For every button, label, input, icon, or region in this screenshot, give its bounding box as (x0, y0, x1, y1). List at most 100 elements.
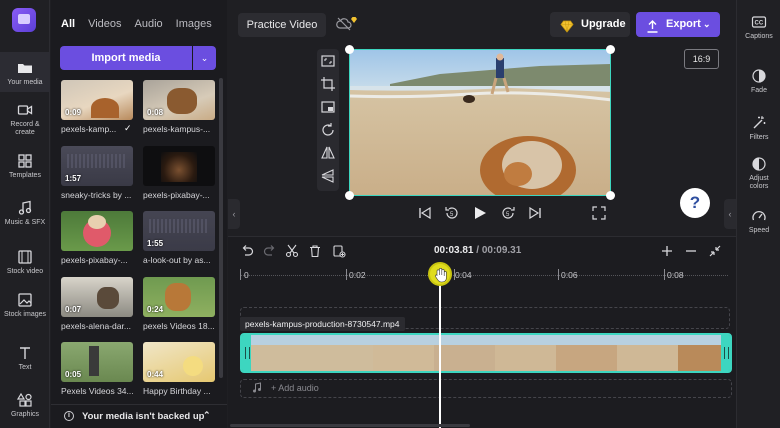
tool-filters[interactable]: Filters (737, 115, 780, 142)
nav-label: Text (18, 364, 32, 371)
media-thumbnail[interactable] (143, 146, 215, 186)
chevron-up-icon[interactable]: ⌃ (203, 410, 211, 421)
nav-stock-video[interactable]: Stock video (0, 249, 50, 279)
tab-audio[interactable]: Audio (135, 18, 163, 32)
nav-graphics[interactable]: Graphics (0, 392, 50, 422)
timecode: 00:03.81 / 00:09.31 (434, 245, 521, 256)
clip-frame (495, 335, 556, 371)
nav-music-sfx[interactable]: Music & SFX (0, 200, 50, 230)
skip-back-icon[interactable] (417, 205, 433, 221)
clip-frame (556, 335, 617, 371)
duplicate-icon[interactable] (332, 244, 346, 258)
fullscreen-icon[interactable] (591, 205, 607, 221)
backup-text: Your media isn't backed up (82, 411, 205, 422)
left-nav: Your media Record & create Templates Mus… (0, 0, 50, 428)
film-icon (17, 249, 33, 265)
skip-forward-icon[interactable] (527, 205, 543, 221)
cc-icon: CC (751, 14, 767, 30)
chevron-down-icon: ⌄ (200, 53, 209, 63)
rotate-icon[interactable] (320, 122, 336, 138)
collapse-right-panel-button[interactable]: ‹ (724, 199, 736, 229)
video-preview[interactable] (349, 49, 611, 196)
tool-captions[interactable]: CC Captions (737, 14, 780, 41)
aspect-ratio-button[interactable]: 16:9 (684, 49, 719, 69)
project-title[interactable]: Practice Video (238, 13, 326, 37)
import-options-button[interactable]: ⌄ (193, 46, 216, 70)
chevron-right-icon: ‹ (728, 209, 732, 219)
tool-label: Adjust colors (749, 175, 769, 190)
fit-icon[interactable] (320, 53, 336, 69)
playhead-handle[interactable] (428, 262, 452, 286)
clip-frame (434, 335, 495, 371)
media-name: sneaky-tricks by ... (61, 190, 132, 200)
nav-your-media[interactable]: Your media (0, 52, 50, 92)
video-clip[interactable] (240, 333, 732, 373)
rewind-5-icon[interactable]: 5 (444, 205, 460, 221)
ruler-label: 0:06 (561, 270, 578, 280)
gem-icon (560, 18, 574, 33)
crop-icon[interactable] (320, 76, 336, 92)
text-icon (17, 345, 33, 361)
zoom-out-icon[interactable] (684, 244, 698, 258)
resize-handle[interactable] (345, 191, 354, 200)
media-duration: 1:55 (147, 239, 164, 248)
media-thumbnail[interactable] (61, 211, 133, 251)
undo-icon[interactable] (240, 244, 254, 258)
resize-handle[interactable] (606, 45, 615, 54)
redo-icon[interactable] (263, 244, 277, 258)
media-thumbnail[interactable]: 0:05 (61, 342, 133, 382)
media-name: Happy Birthday ... (143, 386, 211, 396)
resize-handle[interactable] (606, 191, 615, 200)
media-thumbnail[interactable]: 0:09 (61, 80, 133, 120)
tool-adjust-colors[interactable]: Adjust colors (737, 156, 780, 191)
clip-trim-handle-right[interactable] (721, 335, 730, 371)
media-thumbnail[interactable]: 1:55 (143, 211, 215, 251)
nav-record-create[interactable]: Record & create (0, 102, 50, 142)
resize-handle[interactable] (345, 45, 354, 54)
tool-speed[interactable]: Speed (737, 208, 780, 235)
timeline-ruler[interactable] (240, 275, 728, 276)
clip-trim-handle-left[interactable] (242, 335, 251, 371)
nav-stock-images[interactable]: Stock images (0, 292, 50, 332)
media-scrollbar[interactable] (219, 78, 223, 378)
timeline-horizontal-scrollbar[interactable] (230, 424, 470, 427)
filters-icon (751, 115, 767, 131)
collapse-timeline-icon[interactable] (708, 244, 722, 258)
media-thumbnail[interactable]: 0:24 (143, 277, 215, 317)
tab-images[interactable]: Images (176, 18, 212, 32)
collapse-left-panel-button[interactable]: ‹ (228, 199, 240, 229)
media-thumbnail[interactable]: 0:08 (143, 80, 215, 120)
tool-fade[interactable]: Fade (737, 68, 780, 95)
audio-track[interactable]: + Add audio (240, 379, 732, 398)
pip-icon[interactable] (320, 99, 336, 115)
scissors-icon[interactable] (285, 244, 299, 258)
zoom-in-icon[interactable] (660, 244, 674, 258)
flip-vertical-icon[interactable] (320, 168, 336, 184)
image-icon (17, 292, 33, 308)
ruler-label: 0:02 (349, 270, 366, 280)
export-button[interactable]: Export ⌄ (636, 12, 720, 37)
tab-videos[interactable]: Videos (88, 18, 121, 32)
media-thumbnail[interactable]: 0:07 (61, 277, 133, 317)
ruler-label: 0:08 (667, 270, 684, 280)
export-label: Export (666, 18, 701, 30)
nav-label: Music & SFX (4, 219, 46, 226)
backup-banner[interactable]: i Your media isn't backed up ⌃ (51, 404, 227, 428)
flip-horizontal-icon[interactable] (320, 145, 336, 161)
forward-5-icon[interactable]: 5 (500, 205, 516, 221)
camera-icon (17, 102, 33, 118)
tab-all[interactable]: All (61, 18, 75, 32)
tool-label: Fade (751, 87, 767, 94)
ruler-tick (558, 269, 559, 280)
media-duration: 0:08 (147, 108, 164, 117)
media-thumbnail[interactable]: 1:57 (61, 146, 133, 186)
play-icon[interactable] (472, 205, 488, 221)
help-button[interactable]: ? (680, 188, 710, 218)
nav-templates[interactable]: Templates (0, 153, 50, 183)
media-thumbnail[interactable]: 0:44 (143, 342, 215, 382)
tool-label: Captions (745, 33, 773, 40)
nav-text[interactable]: Text (0, 345, 50, 375)
upgrade-button[interactable]: Upgrade (550, 12, 630, 37)
import-media-button[interactable]: Import media (60, 46, 192, 70)
trash-icon[interactable] (308, 244, 322, 258)
